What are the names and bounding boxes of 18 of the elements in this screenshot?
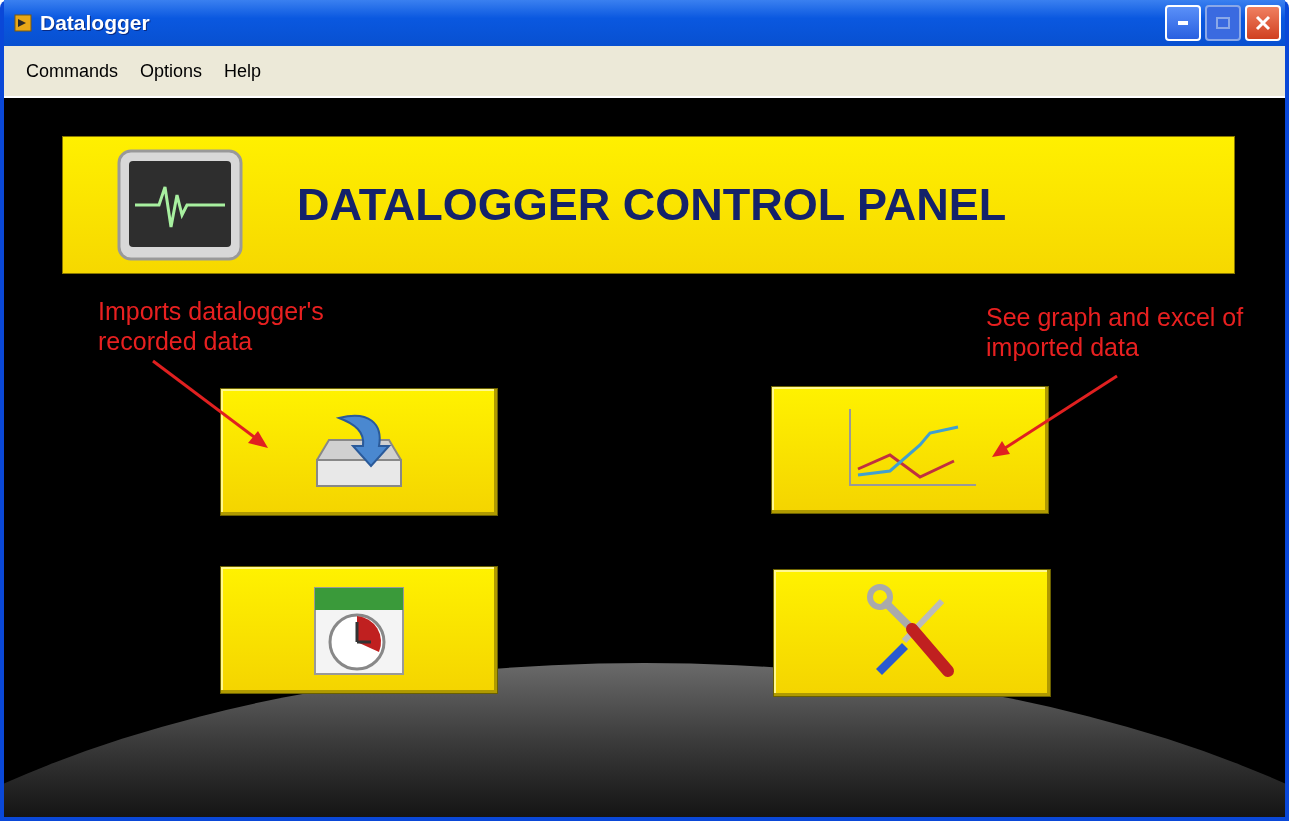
- close-button[interactable]: [1245, 5, 1281, 41]
- heartbeat-monitor-icon: [117, 149, 243, 261]
- chart-button[interactable]: [771, 386, 1049, 514]
- tools-button[interactable]: [773, 569, 1051, 697]
- close-icon: [1255, 15, 1271, 31]
- import-button[interactable]: [220, 388, 498, 516]
- menu-item[interactable]: Options: [140, 60, 203, 82]
- menu-item[interactable]: Commands: [26, 60, 119, 82]
- window-title: Datalogger: [40, 11, 150, 35]
- minimize-icon: [1178, 21, 1188, 25]
- minimize-button[interactable]: [1165, 5, 1201, 41]
- banner-title: DATALOGGER CONTROL PANEL: [297, 179, 1007, 231]
- annotation-text: Imports datalogger's recorded data: [98, 296, 325, 357]
- annotation-text: See graph and excel of imported data: [986, 302, 1245, 363]
- app-icon: [14, 14, 32, 32]
- menu-item[interactable]: Help: [224, 60, 262, 82]
- schedule-button[interactable]: [220, 566, 498, 694]
- maximize-icon: [1216, 17, 1230, 29]
